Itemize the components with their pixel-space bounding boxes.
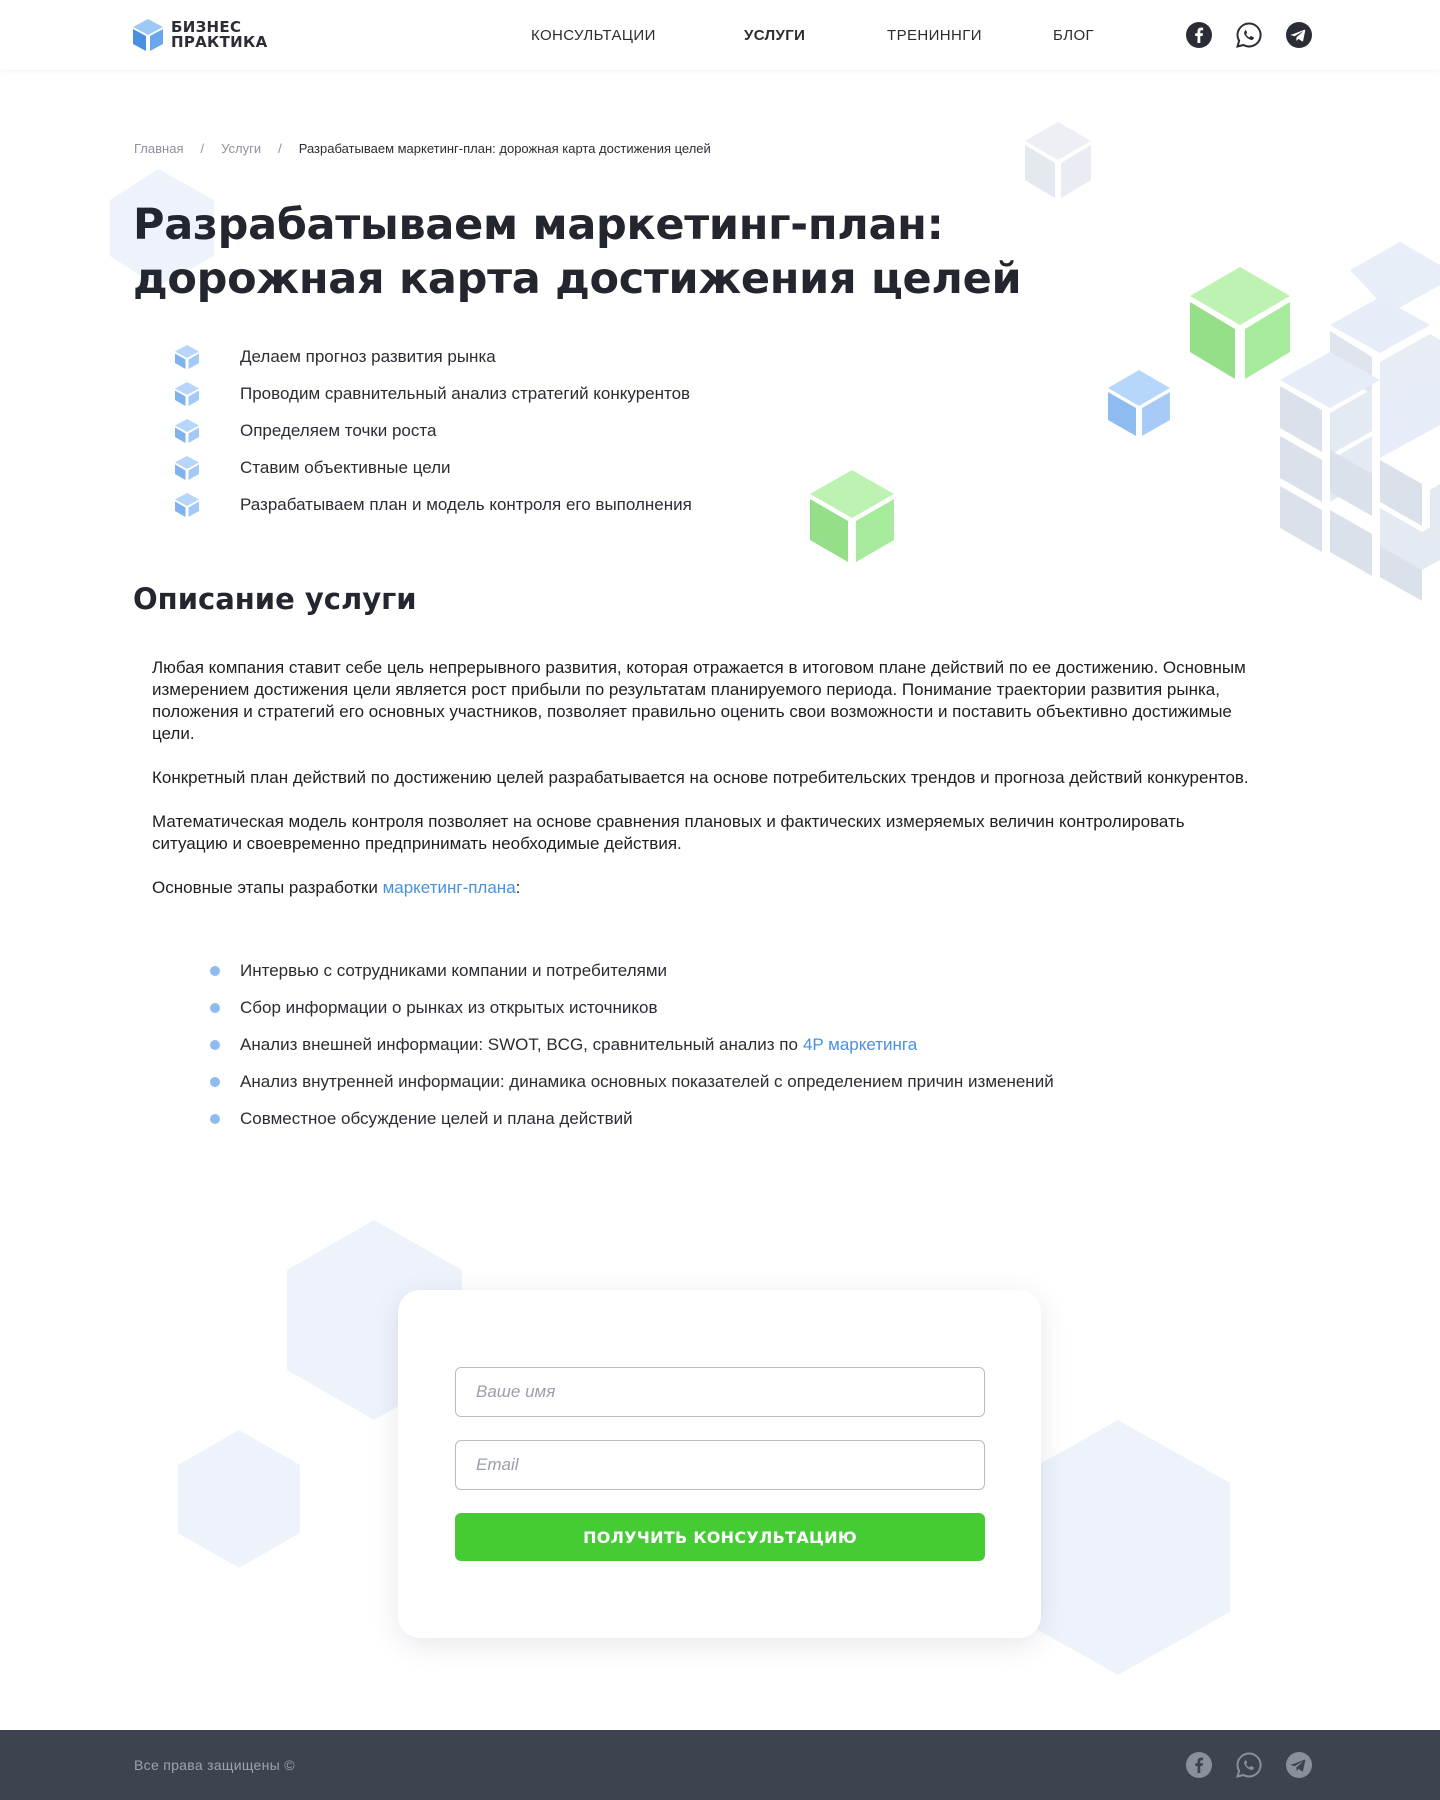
breadcrumb-services[interactable]: Услуги: [221, 141, 261, 156]
get-consultation-button[interactable]: ПОЛУЧИТЬ КОНСУЛЬТАЦИЮ: [455, 1513, 985, 1561]
whatsapp-icon[interactable]: [1236, 22, 1262, 48]
nav-item-blog[interactable]: БЛОГ: [1053, 27, 1094, 44]
bullet-dot: [210, 1113, 220, 1124]
list-item: Анализ внутренней информации: динамика о…: [210, 1063, 1054, 1100]
list-item: Совместное обсуждение целей и плана дейс…: [210, 1100, 1054, 1137]
stages-intro-text: Основные этапы разработки: [152, 878, 378, 897]
nav-item-services[interactable]: УСЛУГИ: [744, 27, 805, 44]
copyright-text: Все права защищены ©: [134, 1757, 295, 1773]
feature-item: Проводим сравнительный анализ стратегий …: [174, 375, 692, 412]
site-header: БИЗНЕС ПРАКТИКА КОНСУЛЬТАЦИИ УСЛУГИ ТРЕН…: [0, 0, 1440, 70]
feature-text: Разрабатываем план и модель контроля его…: [240, 494, 692, 514]
feature-text: Определяем точки роста: [240, 420, 437, 440]
section-heading: Описание услуги: [133, 582, 417, 616]
cube-shape: [1190, 267, 1290, 379]
telegram-icon[interactable]: [1286, 1752, 1312, 1778]
4p-marketing-link[interactable]: 4P маркетинга: [803, 1035, 917, 1055]
logo-text: БИЗНЕС ПРАКТИКА: [171, 20, 267, 50]
stages-list: Интервью с сотрудниками компании и потре…: [210, 952, 1054, 1137]
feature-text: Проводим сравнительный анализ стратегий …: [240, 383, 691, 403]
bullet-dot: [210, 965, 220, 976]
bullet-dot: [210, 1002, 220, 1013]
breadcrumb-current: Разрабатываем маркетинг-план: дорожная к…: [298, 141, 711, 156]
site-footer: Все права защищены ©: [0, 1730, 1440, 1800]
nav-item-trainings[interactable]: ТРЕНИННГИ: [887, 27, 982, 44]
cube-shape: [810, 470, 894, 562]
marketing-plan-link[interactable]: маркетинг-плана: [383, 878, 516, 897]
page-title: Разрабатываем маркетинг-план: дорожная к…: [133, 200, 1022, 304]
whatsapp-icon[interactable]: [1236, 1752, 1262, 1778]
consultation-form-card: ПОЛУЧИТЬ КОНСУЛЬТАЦИЮ: [398, 1290, 1041, 1638]
hexagon-shape: [178, 1430, 300, 1568]
cube-cluster-shape: [1280, 242, 1440, 601]
header-socials: [1186, 22, 1312, 48]
facebook-icon[interactable]: [1186, 22, 1212, 48]
feature-item: Определяем точки роста: [174, 412, 692, 449]
breadcrumb-separator: /: [278, 141, 282, 156]
cube-logo-icon: [133, 19, 163, 51]
cube-bullet-icon: [175, 381, 199, 406]
feature-item: Делаем прогноз развития рынка: [174, 338, 692, 375]
logo-line-2: ПРАКТИКА: [171, 33, 268, 51]
stages-intro: Основные этапы разработки маркетинг-план…: [152, 877, 1262, 899]
email-field[interactable]: [455, 1440, 985, 1490]
cube-bullet-icon: [175, 455, 199, 480]
telegram-icon[interactable]: [1286, 22, 1312, 48]
description-paragraph: Математическая модель контроля позволяет…: [152, 812, 1185, 853]
feature-item: Разрабатываем план и модель контроля его…: [174, 486, 692, 523]
list-item: Анализ внешней информации: SWOT, BCG, ср…: [210, 1026, 1054, 1063]
description-paragraph: Любая компания ставит себе цель непрерыв…: [152, 658, 1246, 743]
cube-bullet-icon: [175, 492, 199, 517]
list-item: Интервью с сотрудниками компании и потре…: [210, 952, 1054, 989]
feature-text: Ставим объективные цели: [240, 457, 451, 477]
breadcrumb: Главная / Услуги / Разрабатываем маркетинг-п…: [134, 141, 711, 156]
list-item-text: Анализ внешней информации: SWOT, BCG, ср…: [240, 1034, 798, 1054]
logo[interactable]: БИЗНЕС ПРАКТИКА: [133, 19, 267, 51]
description-paragraph: Конкретный план действий по достижению ц…: [152, 768, 1249, 787]
breadcrumb-separator: /: [200, 141, 205, 156]
list-item-text: Совместное обсуждение целей и плана дейс…: [240, 1108, 633, 1128]
bullet-dot: [210, 1039, 220, 1050]
bullet-dot: [210, 1076, 220, 1087]
cube-bullet-icon: [175, 344, 199, 369]
name-field[interactable]: [455, 1367, 985, 1417]
facebook-icon[interactable]: [1186, 1752, 1212, 1778]
feature-list: Делаем прогноз развития рынка Проводим с…: [174, 338, 692, 523]
footer-socials: [1186, 1752, 1312, 1778]
feature-item: Ставим объективные цели: [174, 449, 692, 486]
list-item-text: Сбор информации о рынках из открытых ист…: [240, 997, 658, 1017]
nav-item-consultations[interactable]: КОНСУЛЬТАЦИИ: [531, 27, 656, 44]
list-item: Сбор информации о рынках из открытых ист…: [210, 989, 1054, 1026]
list-item-text: Анализ внутренней информации: динамика о…: [240, 1071, 1054, 1091]
feature-text: Делаем прогноз развития рынка: [240, 346, 496, 366]
cube-bullet-icon: [175, 418, 199, 443]
stages-intro-colon: :: [515, 878, 521, 897]
list-item-text: Интервью с сотрудниками компании и потре…: [240, 960, 668, 980]
description-body: Любая компания ставит себе цель непрерыв…: [152, 657, 1262, 921]
cube-shape: [1108, 370, 1170, 436]
breadcrumb-home[interactable]: Главная: [134, 141, 183, 156]
cube-shape: [1025, 122, 1091, 198]
